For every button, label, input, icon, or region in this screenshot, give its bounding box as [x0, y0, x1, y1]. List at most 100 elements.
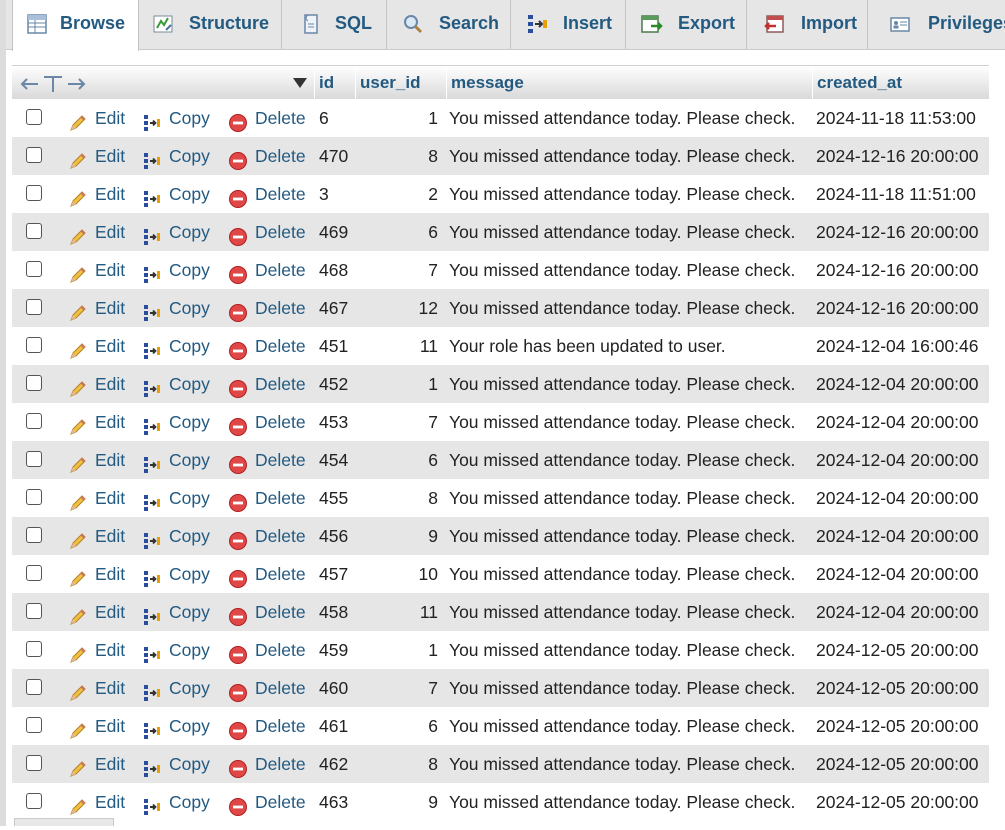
cell-user-id[interactable]: 8: [354, 479, 438, 517]
cell-id[interactable]: 454: [319, 441, 359, 479]
cell-created-at[interactable]: 2024-12-05 20:00:00: [816, 631, 979, 669]
edit-button[interactable]: Edit: [68, 99, 132, 137]
cell-user-id[interactable]: 7: [354, 403, 438, 441]
copy-button[interactable]: Copy: [142, 365, 214, 403]
cell-message[interactable]: You missed attendance today. Please chec…: [449, 289, 795, 327]
edit-button[interactable]: Edit: [68, 745, 132, 783]
cell-created-at[interactable]: 2024-12-16 20:00:00: [816, 213, 979, 251]
copy-button[interactable]: Copy: [142, 707, 214, 745]
tab-sql[interactable]: SQL: [282, 0, 387, 49]
row-checkbox[interactable]: [26, 527, 42, 543]
delete-button[interactable]: Delete: [228, 479, 310, 517]
delete-button[interactable]: Delete: [228, 555, 310, 593]
row-checkbox[interactable]: [26, 337, 42, 353]
tab-privileges[interactable]: Privileges: [868, 0, 1005, 49]
cell-created-at[interactable]: 2024-12-05 20:00:00: [816, 783, 979, 821]
row-checkbox[interactable]: [26, 603, 42, 619]
cell-user-id[interactable]: 8: [354, 745, 438, 783]
delete-button[interactable]: Delete: [228, 175, 310, 213]
cell-user-id[interactable]: 1: [354, 365, 438, 403]
tab-insert[interactable]: Insert: [511, 0, 626, 49]
cell-message[interactable]: You missed attendance today. Please chec…: [449, 403, 795, 441]
edit-button[interactable]: Edit: [68, 441, 132, 479]
cell-user-id[interactable]: 9: [354, 517, 438, 555]
copy-button[interactable]: Copy: [142, 175, 214, 213]
row-checkbox[interactable]: [26, 299, 42, 315]
edit-button[interactable]: Edit: [68, 251, 132, 289]
copy-button[interactable]: Copy: [142, 327, 214, 365]
cell-id[interactable]: 458: [319, 593, 359, 631]
cell-message[interactable]: You missed attendance today. Please chec…: [449, 555, 795, 593]
row-checkbox[interactable]: [26, 223, 42, 239]
cell-created-at[interactable]: 2024-12-04 20:00:00: [816, 555, 979, 593]
edit-button[interactable]: Edit: [68, 365, 132, 403]
cell-message[interactable]: You missed attendance today. Please chec…: [449, 365, 795, 403]
cell-user-id[interactable]: 1: [354, 99, 438, 137]
column-resize-arrows-icon[interactable]: [20, 75, 86, 93]
row-checkbox[interactable]: [26, 679, 42, 695]
column-header-id[interactable]: id: [314, 66, 355, 100]
cell-id[interactable]: 470: [319, 137, 359, 175]
delete-button[interactable]: Delete: [228, 745, 310, 783]
row-checkbox[interactable]: [26, 489, 42, 505]
edit-button[interactable]: Edit: [68, 175, 132, 213]
row-checkbox[interactable]: [26, 375, 42, 391]
cell-created-at[interactable]: 2024-12-04 20:00:00: [816, 479, 979, 517]
cell-message[interactable]: You missed attendance today. Please chec…: [449, 251, 795, 289]
copy-button[interactable]: Copy: [142, 251, 214, 289]
cell-id[interactable]: 453: [319, 403, 359, 441]
delete-button[interactable]: Delete: [228, 669, 310, 707]
column-header-message[interactable]: message: [446, 66, 812, 100]
row-checkbox[interactable]: [26, 261, 42, 277]
cell-created-at[interactable]: 2024-12-04 20:00:00: [816, 593, 979, 631]
cell-message[interactable]: You missed attendance today. Please chec…: [449, 99, 795, 137]
cell-user-id[interactable]: 12: [354, 289, 438, 327]
tab-export[interactable]: Export: [626, 0, 747, 49]
copy-button[interactable]: Copy: [142, 555, 214, 593]
edit-button[interactable]: Edit: [68, 137, 132, 175]
cell-user-id[interactable]: 1: [354, 631, 438, 669]
cell-user-id[interactable]: 10: [354, 555, 438, 593]
copy-button[interactable]: Copy: [142, 745, 214, 783]
tab-browse[interactable]: Browse: [12, 0, 139, 51]
cell-user-id[interactable]: 11: [354, 593, 438, 631]
cell-user-id[interactable]: 8: [354, 137, 438, 175]
cell-created-at[interactable]: 2024-12-05 20:00:00: [816, 745, 979, 783]
delete-button[interactable]: Delete: [228, 213, 310, 251]
cell-created-at[interactable]: 2024-12-16 20:00:00: [816, 289, 979, 327]
copy-button[interactable]: Copy: [142, 403, 214, 441]
cell-message[interactable]: You missed attendance today. Please chec…: [449, 517, 795, 555]
delete-button[interactable]: Delete: [228, 441, 310, 479]
edit-button[interactable]: Edit: [68, 669, 132, 707]
cell-message[interactable]: You missed attendance today. Please chec…: [449, 137, 795, 175]
cell-id[interactable]: 452: [319, 365, 359, 403]
edit-button[interactable]: Edit: [68, 327, 132, 365]
cell-created-at[interactable]: 2024-11-18 11:51:00: [816, 175, 976, 213]
delete-button[interactable]: Delete: [228, 403, 310, 441]
cell-user-id[interactable]: 6: [354, 213, 438, 251]
edit-button[interactable]: Edit: [68, 403, 132, 441]
edit-button[interactable]: Edit: [68, 631, 132, 669]
cell-id[interactable]: 467: [319, 289, 359, 327]
row-checkbox[interactable]: [26, 565, 42, 581]
copy-button[interactable]: Copy: [142, 631, 214, 669]
cell-created-at[interactable]: 2024-12-16 20:00:00: [816, 251, 979, 289]
column-header-created-at[interactable]: created_at: [812, 66, 989, 100]
cell-message[interactable]: You missed attendance today. Please chec…: [449, 707, 795, 745]
cell-id[interactable]: 468: [319, 251, 359, 289]
cell-id[interactable]: 459: [319, 631, 359, 669]
cell-user-id[interactable]: 7: [354, 251, 438, 289]
copy-button[interactable]: Copy: [142, 213, 214, 251]
edit-button[interactable]: Edit: [68, 517, 132, 555]
delete-button[interactable]: Delete: [228, 327, 310, 365]
cell-message[interactable]: You missed attendance today. Please chec…: [449, 745, 795, 783]
cell-id[interactable]: 455: [319, 479, 359, 517]
row-checkbox[interactable]: [26, 109, 42, 125]
edit-button[interactable]: Edit: [68, 289, 132, 327]
edit-button[interactable]: Edit: [68, 707, 132, 745]
copy-button[interactable]: Copy: [142, 783, 214, 821]
cell-id[interactable]: 461: [319, 707, 359, 745]
cell-user-id[interactable]: 7: [354, 669, 438, 707]
edit-button[interactable]: Edit: [68, 213, 132, 251]
column-header-user-id[interactable]: user_id: [355, 66, 446, 100]
